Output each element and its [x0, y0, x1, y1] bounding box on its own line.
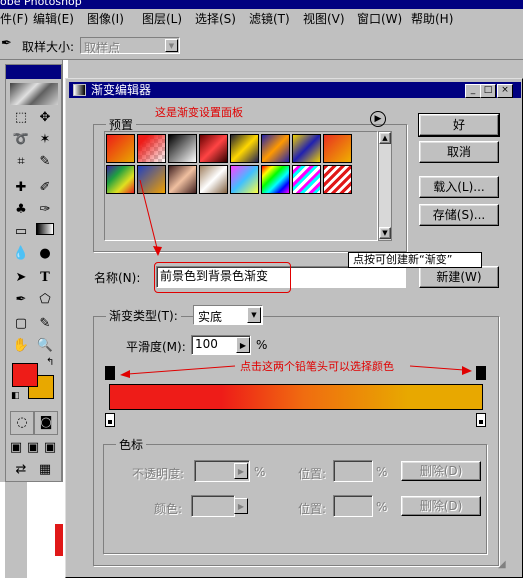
annotation-arrowhead-name	[153, 246, 162, 256]
annotation-arrow-left-stop	[127, 365, 236, 375]
foreground-color-swatch[interactable]	[12, 363, 38, 387]
annotation-arrow-right-stop	[409, 365, 465, 371]
annotation-arrow-to-name	[139, 179, 159, 253]
annotation-arrowhead-right	[462, 366, 472, 375]
annotation-arrows	[120, 179, 472, 378]
annotation-arrowhead-left	[120, 370, 130, 378]
